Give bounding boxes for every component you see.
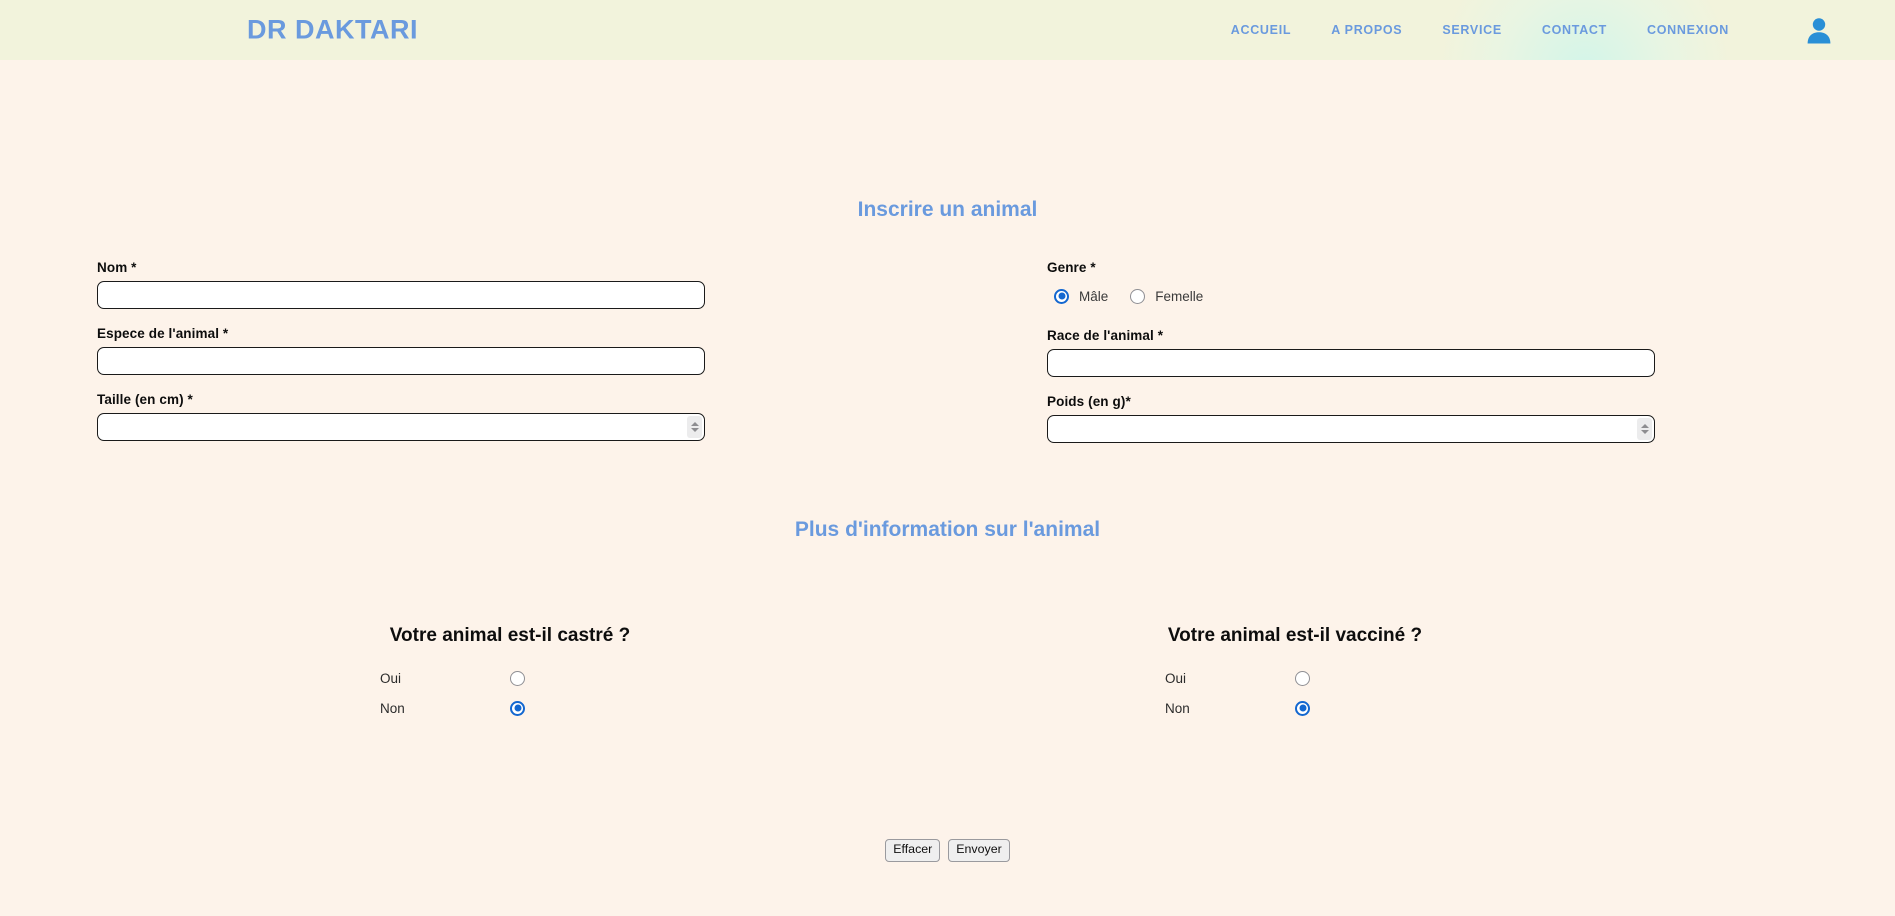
reset-button[interactable]: Effacer	[885, 839, 941, 862]
spinner-poids[interactable]	[1637, 418, 1652, 440]
primary-nav: ACCUEIL A PROPOS SERVICE CONTACT CONNEXI…	[1211, 23, 1749, 37]
input-poids[interactable]	[1047, 415, 1655, 443]
question-title-vaccine: Votre animal est-il vacciné ?	[1167, 625, 1423, 646]
page-title-inscrire-un-animal: Inscrire un animal	[857, 198, 1038, 221]
input-race[interactable]	[1047, 349, 1655, 377]
input-espece[interactable]	[97, 347, 705, 375]
brand-logo[interactable]: DR DAKTARI	[247, 15, 418, 46]
label-espece: Espece de l'animal *	[97, 326, 229, 341]
field-genre: Genre * Mâle Femelle	[1047, 260, 1655, 311]
question-castre-option-non[interactable]: Non	[345, 693, 675, 723]
question-castre-label-oui: Oui	[380, 670, 402, 686]
question-castre-label-non: Non	[380, 700, 405, 716]
question-title-castre: Votre animal est-il castré ?	[389, 625, 631, 646]
user-icon	[1806, 16, 1832, 44]
label-nom: Nom *	[97, 260, 137, 275]
chevron-down-icon[interactable]	[690, 428, 699, 432]
radio-vaccine-oui-indicator[interactable]	[1295, 670, 1310, 686]
radio-group-genre: Mâle Femelle	[1047, 281, 1655, 311]
field-nom: Nom *	[97, 260, 705, 309]
number-input-wrapper-poids	[1047, 415, 1655, 443]
question-vaccine-label-non: Non	[1165, 700, 1190, 716]
radio-option-male[interactable]: Mâle	[1054, 288, 1109, 304]
submit-button[interactable]: Envoyer	[948, 839, 1010, 862]
radio-femelle-label: Femelle	[1155, 288, 1204, 304]
label-genre: Genre *	[1047, 260, 1096, 275]
question-castre-option-oui[interactable]: Oui	[345, 663, 675, 693]
question-block-vaccine: Votre animal est-il vacciné ? Oui Non	[1130, 625, 1460, 723]
page-title-plus-information: Plus d'information sur l'animal	[794, 518, 1101, 541]
input-nom[interactable]	[97, 281, 705, 309]
radio-male-label: Mâle	[1079, 288, 1109, 304]
radio-castre-non-indicator[interactable]	[510, 700, 525, 716]
field-espece: Espece de l'animal *	[97, 326, 705, 375]
page-body: Inscrire un animal Nom * Espece de l'ani…	[0, 60, 1895, 916]
input-taille[interactable]	[97, 413, 705, 441]
radio-male-indicator[interactable]	[1054, 288, 1069, 304]
radio-vaccine-non-indicator[interactable]	[1295, 700, 1310, 716]
field-taille: Taille (en cm) *	[97, 392, 705, 441]
question-block-castre: Votre animal est-il castré ? Oui Non	[345, 625, 675, 723]
form-column-left: Nom * Espece de l'animal * Taille (en cm…	[97, 260, 705, 458]
radio-option-femelle[interactable]: Femelle	[1130, 288, 1204, 304]
top-navbar: DR DAKTARI ACCUEIL A PROPOS SERVICE CONT…	[0, 0, 1895, 60]
spinner-taille[interactable]	[687, 416, 702, 438]
number-input-wrapper-taille	[97, 413, 705, 441]
label-poids: Poids (en g)*	[1047, 394, 1131, 409]
form-action-bar: Effacer Envoyer	[0, 839, 1895, 862]
nav-link-contact[interactable]: CONTACT	[1522, 23, 1627, 37]
question-vaccine-option-oui[interactable]: Oui	[1130, 663, 1460, 693]
chevron-up-icon[interactable]	[690, 422, 699, 426]
question-vaccine-option-non[interactable]: Non	[1130, 693, 1460, 723]
nav-link-service[interactable]: SERVICE	[1422, 23, 1522, 37]
nav-link-accueil[interactable]: ACCUEIL	[1211, 23, 1311, 37]
nav-link-connexion[interactable]: CONNEXION	[1627, 23, 1749, 37]
radio-castre-oui-indicator[interactable]	[510, 670, 525, 686]
form-column-right: Genre * Mâle Femelle Race de l'animal *	[1047, 260, 1655, 460]
radio-femelle-indicator[interactable]	[1130, 288, 1146, 304]
chevron-up-icon[interactable]	[1640, 424, 1649, 428]
label-taille: Taille (en cm) *	[97, 392, 193, 407]
label-race: Race de l'animal *	[1047, 328, 1164, 343]
question-vaccine-label-oui: Oui	[1165, 670, 1187, 686]
user-account-button[interactable]	[1802, 13, 1836, 47]
field-poids: Poids (en g)*	[1047, 394, 1655, 443]
nav-link-a-propos[interactable]: A PROPOS	[1311, 23, 1422, 37]
chevron-down-icon[interactable]	[1640, 430, 1649, 434]
field-race: Race de l'animal *	[1047, 328, 1655, 377]
